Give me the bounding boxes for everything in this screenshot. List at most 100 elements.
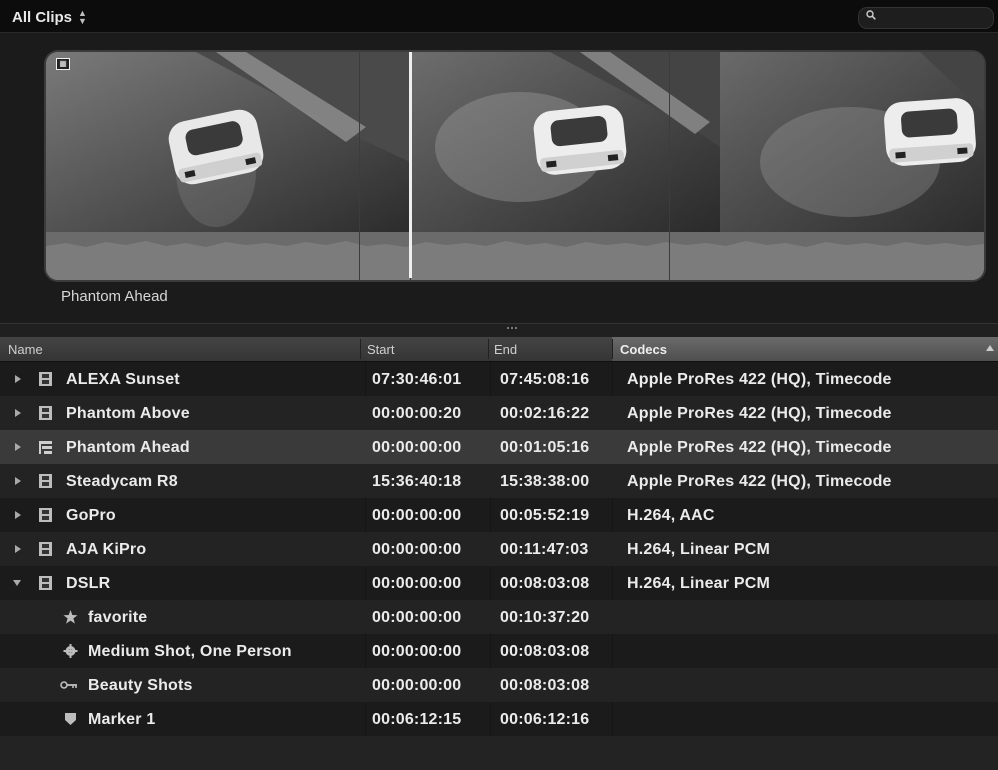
compound-clip-badge-icon: ▦ [56,58,70,70]
clip-codecs: H.264, Linear PCM [627,575,771,592]
sort-arrow-icon [986,345,994,351]
keyword-name: Beauty Shots [88,677,193,694]
marker-start: 00:06:12:15 [372,711,462,728]
column-header-start[interactable]: Start [367,342,394,357]
search-field[interactable] [858,7,994,29]
clip-end: 07:45:08:16 [500,371,590,388]
clip-start: 00:00:00:00 [372,575,462,592]
clip-end: 15:38:38:00 [500,473,590,490]
filmstrip-icon [39,542,52,556]
marker-icon [65,713,76,725]
disclosure-triangle-icon[interactable] [15,511,21,519]
filmstrip-frame-1 [46,52,410,232]
clip-row[interactable]: Phantom Above 00:00:00:20 00:02:16:22 Ap… [0,396,998,430]
clip-name: Steadycam R8 [66,473,178,490]
list-header: Name Start End Codecs [0,337,998,362]
car-drift-frame-2 [410,52,720,232]
clip-title: Phantom Ahead [61,288,168,305]
column-divider[interactable] [360,339,361,359]
clip-start: 00:00:00:00 [372,439,462,456]
filmstrip-frame-2 [410,52,720,232]
clip-start: 00:00:00:00 [372,507,462,524]
filmstrip-frame-3 [720,52,984,232]
frame-divider [669,52,670,280]
keyword-start: 00:00:00:00 [372,643,462,660]
clip-start: 07:30:46:01 [372,371,462,388]
clip-row[interactable]: ALEXA Sunset 07:30:46:01 07:45:08:16 App… [0,362,998,396]
keyword-row[interactable]: Beauty Shots 00:00:00:00 00:08:03:08 [0,668,998,702]
keyword-start: 00:00:00:00 [372,609,462,626]
disclosure-triangle-open-icon[interactable] [13,580,21,586]
disclosure-triangle-icon[interactable] [15,443,21,451]
keyword-name: favorite [88,609,148,626]
clip-name: AJA KiPro [66,541,147,558]
keyword-end: 00:10:37:20 [500,609,590,626]
marker-end: 00:06:12:16 [500,711,590,728]
marker-name: Marker 1 [88,711,156,728]
frame-divider [359,52,360,280]
sorted-column-highlight [612,337,998,361]
clip-row[interactable]: DSLR 00:00:00:00 00:08:03:08 H.264, Line… [0,566,998,600]
clips-filter-label: All Clips [12,8,73,26]
splitter-grip-icon [507,327,517,333]
clip-end: 00:11:47:03 [500,541,589,558]
clip-name: GoPro [66,507,116,524]
car-drift-frame-1 [46,52,410,232]
disclosure-triangle-icon[interactable] [15,477,21,485]
audio-waveform [46,232,984,280]
search-input[interactable] [883,9,987,27]
clip-codecs: H.264, Linear PCM [627,541,771,558]
search-icon [866,10,876,20]
pane-splitter[interactable] [0,323,998,338]
clip-start: 00:00:00:00 [372,541,462,558]
keyword-row[interactable]: favorite 00:00:00:00 00:10:37:20 [0,600,998,634]
filmstrip-icon [39,508,52,522]
column-divider[interactable] [612,339,613,359]
filmstrip-icon [39,576,52,590]
compound-clip-icon [39,441,52,454]
browser-toolbar: All Clips ▲ ▼ [0,0,998,33]
clip-row[interactable]: GoPro 00:00:00:00 00:05:52:19 H.264, AAC [0,498,998,532]
disclosure-triangle-icon[interactable] [15,545,21,553]
clip-row[interactable]: AJA KiPro 00:00:00:00 00:11:47:03 H.264,… [0,532,998,566]
clip-name: ALEXA Sunset [66,371,180,388]
clip-start: 00:00:00:20 [372,405,462,422]
keyword-icon [60,681,77,689]
skimmer-playhead[interactable] [409,52,412,278]
column-header-name[interactable]: Name [8,342,43,357]
clip-codecs: Apple ProRes 422 (HQ), Timecode [627,439,892,456]
clip-end: 00:01:05:16 [500,439,590,456]
clips-filter-dropdown[interactable]: All Clips ▲ ▼ [12,7,87,27]
updown-arrows-icon: ▲ ▼ [78,8,87,26]
car-drift-frame-3 [720,52,984,232]
gear-icon [63,644,78,658]
clip-row[interactable]: Steadycam R8 15:36:40:18 15:38:38:00 App… [0,464,998,498]
clip-name: DSLR [66,575,111,592]
clip-end: 00:02:16:22 [500,405,590,422]
clip-codecs: Apple ProRes 422 (HQ), Timecode [627,473,892,490]
keyword-name: Medium Shot, One Person [88,643,292,660]
filmstrip-icon [39,406,52,420]
clip-filmstrip[interactable] [46,52,984,280]
clip-end: 00:08:03:08 [500,575,590,592]
clip-codecs: H.264, AAC [627,507,715,524]
clip-codecs: Apple ProRes 422 (HQ), Timecode [627,371,892,388]
clip-row-selected[interactable]: Phantom Ahead 00:00:00:00 00:01:05:16 Ap… [0,430,998,464]
keyword-end: 00:08:03:08 [500,677,590,694]
clip-name: Phantom Above [66,405,190,422]
column-header-codecs[interactable]: Codecs [620,342,667,357]
disclosure-triangle-icon[interactable] [15,409,21,417]
column-header-end[interactable]: End [494,342,517,357]
clip-name: Phantom Ahead [66,439,190,456]
disclosure-triangle-icon[interactable] [15,375,21,383]
marker-row[interactable]: Marker 1 00:06:12:15 00:06:12:16 [0,702,998,736]
clip-start: 15:36:40:18 [372,473,462,490]
keyword-row[interactable]: Medium Shot, One Person 00:00:00:00 00:0… [0,634,998,668]
clip-end: 00:05:52:19 [500,507,590,524]
clip-list: ALEXA Sunset 07:30:46:01 07:45:08:16 App… [0,362,998,770]
filmstrip-icon [39,372,52,386]
star-icon [63,610,78,624]
column-divider[interactable] [488,339,489,359]
keyword-end: 00:08:03:08 [500,643,590,660]
clip-codecs: Apple ProRes 422 (HQ), Timecode [627,405,892,422]
